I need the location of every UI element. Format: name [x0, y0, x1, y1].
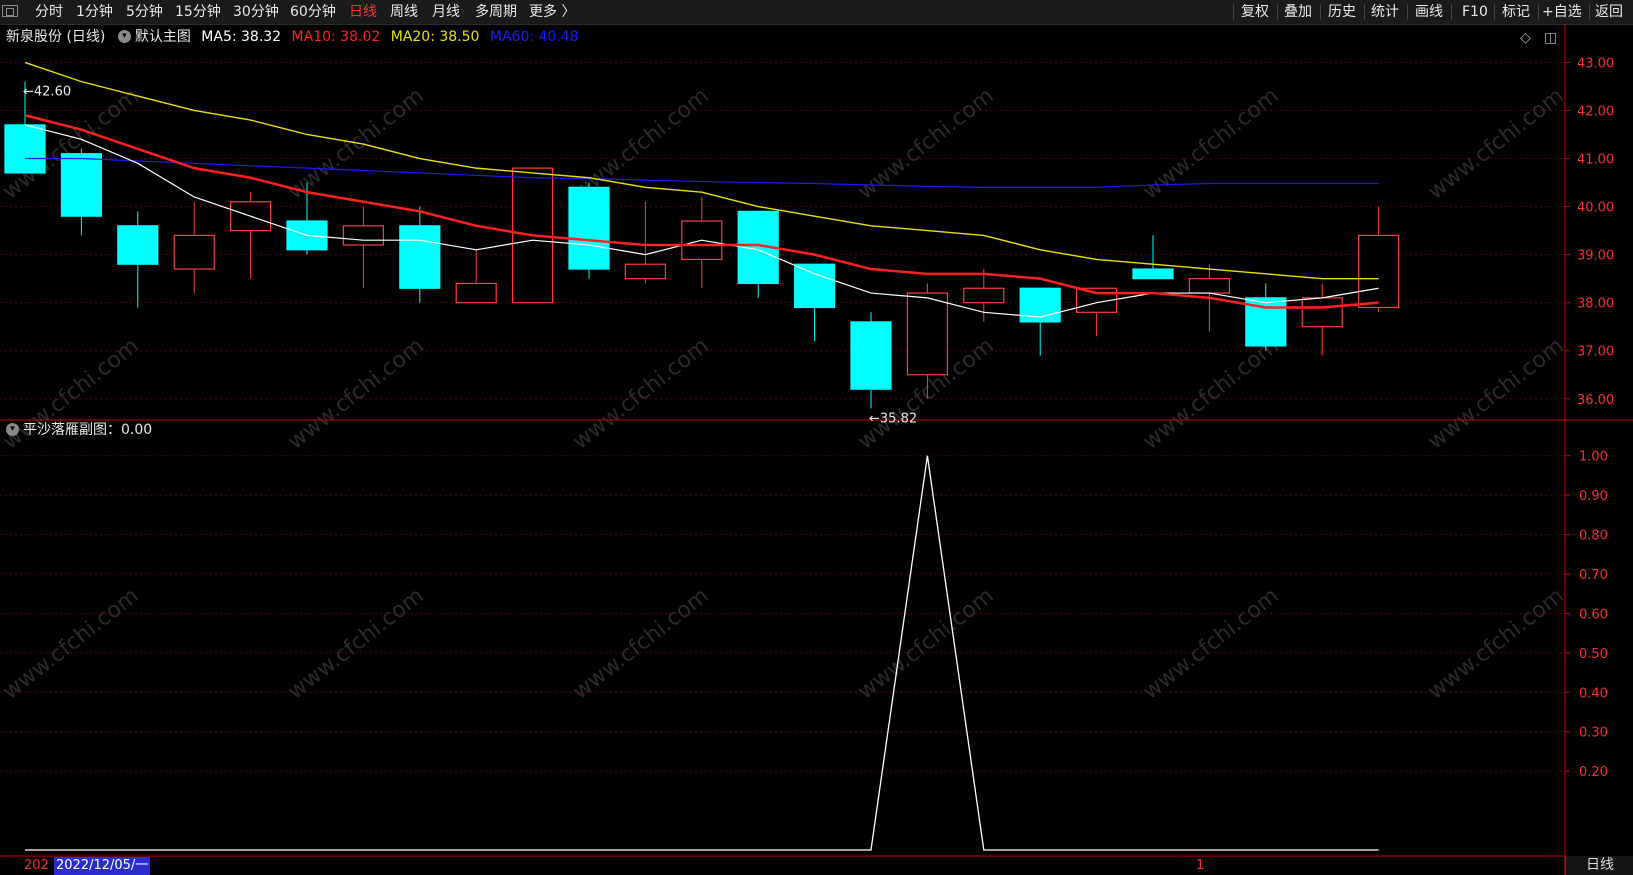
sub-tick-label: 0.70 — [1579, 568, 1608, 583]
candle — [399, 206, 441, 303]
candle-body — [793, 263, 836, 309]
candle-body — [117, 225, 159, 265]
price-tick-label: 36.00 — [1577, 393, 1614, 408]
sub-tick-label: 1.00 — [1579, 450, 1608, 465]
watermark-text: www.cfchi.com — [1138, 583, 1283, 704]
sub-tick-label: 0.30 — [1579, 726, 1608, 741]
candle — [455, 249, 497, 304]
sub-tick-label: 0.50 — [1579, 647, 1608, 662]
watermark-text: www.cfchi.com — [283, 83, 428, 204]
candle-body — [624, 263, 667, 280]
sub-tick-label: 0.40 — [1579, 686, 1608, 701]
candle-body — [173, 234, 215, 270]
candle — [1301, 283, 1343, 356]
watermark-text: www.cfchi.com — [283, 583, 428, 704]
candle-body — [568, 186, 610, 270]
candle — [793, 263, 836, 342]
candle — [1132, 235, 1174, 280]
ma10-legend: MA10: 38.02 — [291, 29, 381, 45]
template-label[interactable]: 默认主图 — [135, 29, 191, 45]
candle — [342, 206, 384, 289]
grid-lines — [0, 61, 1565, 772]
ma60-legend: MA60: 40.48 — [489, 29, 579, 45]
sub-tick-label: 0.90 — [1579, 489, 1608, 504]
watermark-text: www.cfchi.com — [1423, 83, 1568, 204]
candle-body — [455, 282, 497, 304]
watermark-text: www.cfchi.com — [1423, 333, 1568, 454]
candle — [1357, 206, 1400, 313]
low-price-marker: ←35.82 — [869, 411, 917, 426]
candle-body — [4, 124, 46, 174]
price-tick-label: 42.00 — [1577, 104, 1614, 119]
diamond-icon[interactable]: ◇ — [1520, 30, 1531, 46]
date-marker: 1 — [1196, 858, 1205, 873]
price-tick-label: 39.00 — [1577, 249, 1614, 264]
panel-toggle-icon[interactable]: ◫ — [1544, 30, 1557, 46]
period-tab-daily[interactable]: 日线 — [1565, 856, 1633, 875]
high-price-marker: ←42.60 — [23, 85, 71, 100]
ma5-legend: MA5: 38.32 — [201, 29, 282, 45]
watermark-text: www.cfchi.com — [853, 583, 998, 704]
candle-body — [963, 287, 1005, 304]
ma20-legend: MA20: 38.50 — [390, 29, 480, 45]
main-chart-legend: 新泉股份 (日线) ▾ 默认主图 MA5: 38.32 MA10: 38.02 M… — [6, 27, 579, 47]
watermark-text: www.cfchi.com — [568, 333, 713, 454]
candle — [1245, 283, 1287, 351]
candle — [117, 211, 159, 308]
kline-chart[interactable]: www.cfchi.com www.cfchi.com www.cfchi.com w… — [0, 0, 1633, 875]
candle — [230, 192, 272, 279]
stock-title: 新泉股份 (日线) — [6, 29, 106, 45]
price-tick-label: 37.00 — [1577, 345, 1614, 360]
watermark-text: www.cfchi.com — [1138, 83, 1283, 204]
candle — [850, 312, 892, 409]
watermark-text: www.cfchi.com — [568, 583, 713, 704]
price-axis: 43.00 42.00 41.00 40.00 39.00 38.00 37.00 36.00… — [0, 24, 1633, 875]
sub-chart-title: 平沙落雁副图：0.00 — [23, 422, 153, 438]
candle-body — [1132, 268, 1174, 280]
year-prefix: 202 — [24, 858, 49, 873]
watermark-text: www.cfchi.com — [283, 333, 428, 454]
candle-body — [1301, 297, 1343, 328]
watermark-layer: www.cfchi.com www.cfchi.com www.cfchi.com w… — [0, 83, 1569, 704]
candle — [568, 182, 610, 279]
candle — [173, 201, 215, 294]
candle-body — [60, 153, 103, 217]
candle — [1019, 287, 1061, 356]
sub-tick-label: 0.80 — [1579, 529, 1608, 544]
candle — [60, 148, 103, 236]
candle-body — [1188, 278, 1231, 294]
candle-body — [342, 225, 384, 246]
price-tick-label: 43.00 — [1577, 56, 1614, 71]
price-tick-label: 41.00 — [1577, 153, 1614, 168]
candle-body — [399, 225, 441, 289]
watermark-text: www.cfchi.com — [0, 583, 144, 704]
price-tick-label: 40.00 — [1577, 201, 1614, 216]
template-toggle-icon[interactable]: ▾ — [117, 29, 131, 43]
sub-chart-toggle-icon[interactable]: ▾ — [6, 422, 19, 436]
candle — [1075, 287, 1118, 337]
candle-body — [906, 292, 949, 376]
candle-body — [850, 321, 892, 390]
candle — [737, 210, 779, 298]
sub-tick-label: 0.20 — [1579, 765, 1608, 780]
watermark-text: www.cfchi.com — [1138, 333, 1283, 454]
watermark-text: www.cfchi.com — [1423, 583, 1568, 704]
selected-date: 2022/12/05/一 — [54, 857, 151, 875]
sub-chart-legend: ▾ 平沙落雁副图：0.00 — [4, 420, 152, 440]
sub-tick-label: 0.60 — [1579, 607, 1608, 622]
candle-body — [1357, 234, 1400, 309]
price-tick-label: 38.00 — [1577, 297, 1614, 312]
